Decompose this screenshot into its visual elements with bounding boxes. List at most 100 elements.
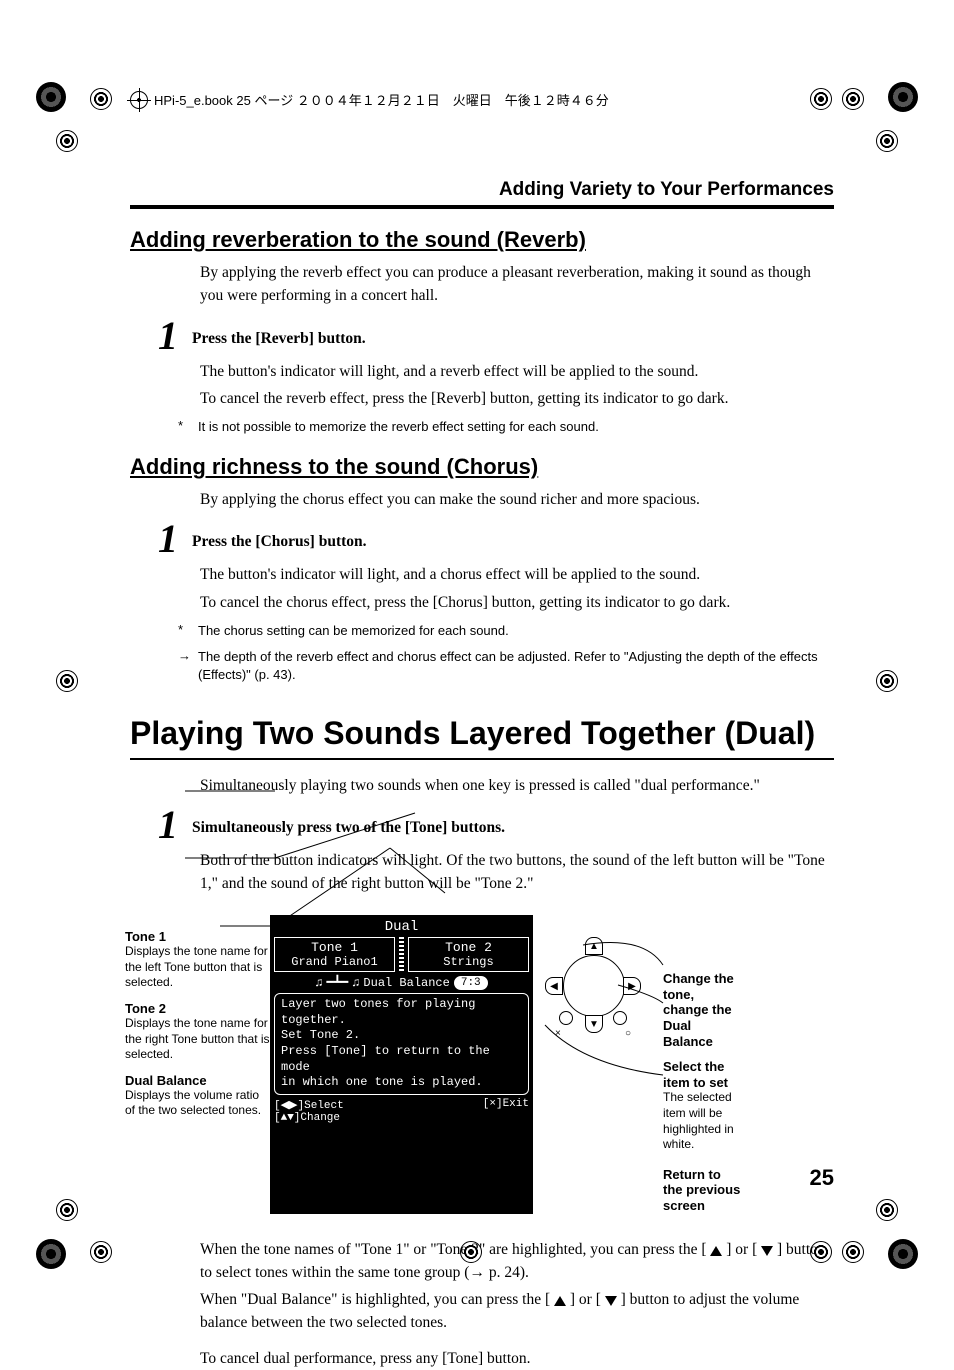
lcd-footer-change: [▲▼]Change (274, 1112, 344, 1124)
label-tone1-title: Tone 1 (125, 929, 270, 944)
lcd-msg-line: Set Tone 2. (281, 1028, 522, 1044)
step-title: Simultaneously press two of the [Tone] b… (192, 805, 505, 837)
dpad-x-button-icon (559, 1011, 573, 1025)
lcd-footer: [◀▶]Select [▲▼]Change [×]Exit (274, 1098, 529, 1124)
o-label: ○ (625, 1028, 631, 1039)
lcd-msg-line: Layer two tones for playing together. (281, 997, 522, 1028)
label-change-tone-title: Change the tone, change the Dual Balance (663, 971, 743, 1049)
note-marker: * (178, 622, 198, 640)
label-select-item-desc: The selected item will be highlighted in… (663, 1090, 743, 1152)
note-marker-arrow: → (178, 648, 198, 684)
dual-diagram: Tone 1 Displays the tone name for the le… (125, 915, 834, 1213)
slider-icon: ━┻━ (327, 975, 349, 990)
lcd-tone2-box: Tone 2 Strings (408, 937, 529, 972)
dpad-icon: ▲ ▼ ◀ ▶ × ○ (543, 935, 643, 1035)
reg-circle-icon (842, 88, 864, 110)
note-text: The chorus setting can be memorized for … (198, 622, 834, 640)
dpad-right-icon: ▶ (623, 977, 641, 995)
reg-mark-icon (888, 1239, 918, 1269)
reg-circle-icon (876, 130, 898, 152)
label-dualbalance-desc: Displays the volume ratio of the two sel… (125, 1088, 270, 1119)
reg-circle-icon (56, 1199, 78, 1221)
lcd-message-box: Layer two tones for playing together. Se… (274, 993, 529, 1095)
lcd-tone1-label: Tone 1 (275, 940, 394, 955)
step-body: Both of the button indicators will light… (200, 849, 834, 896)
reg-circle-icon (56, 130, 78, 152)
triangle-down-icon (761, 1246, 773, 1256)
lcd-footer-select: [◀▶]Select (274, 1098, 344, 1112)
step-number-icon: 1 (158, 519, 178, 559)
diagram-right-labels: ▲ ▼ ◀ ▶ × ○ Change the tone, change the … (533, 915, 743, 1213)
step-number-icon: 1 (158, 316, 178, 356)
lcd-balance-value: 7:3 (454, 976, 488, 990)
label-tone1-desc: Displays the tone name for the left Tone… (125, 944, 270, 991)
lcd-tone1-value: Grand Piano1 (275, 955, 394, 969)
triangle-down-icon (605, 1296, 617, 1306)
dual-after-paragraph: When "Dual Balance" is highlighted, you … (200, 1288, 834, 1335)
lcd-divider-icon (399, 937, 404, 972)
label-tone2-desc: Displays the tone name for the right Ton… (125, 1016, 270, 1063)
reg-circle-icon (842, 1241, 864, 1263)
reg-circle-icon (810, 88, 832, 110)
reg-circle-icon (876, 670, 898, 692)
divider (130, 205, 834, 209)
manual-page: HPi-5_e.book 25 ページ ２００４年１２月２１日 火曜日 午後１２… (0, 0, 954, 1351)
reverb-intro: By applying the reverb effect you can pr… (200, 261, 834, 308)
step-title: Press the [Reverb] button. (192, 316, 366, 348)
label-dualbalance-title: Dual Balance (125, 1073, 270, 1088)
triangle-up-icon (554, 1296, 566, 1306)
heading-reverb: Adding reverberation to the sound (Rever… (130, 227, 834, 253)
label-select-item-title: Select the item to set (663, 1059, 743, 1090)
step-title: Press the [Chorus] button. (192, 519, 367, 551)
book-header-line: HPi-5_e.book 25 ページ ２００４年１２月２１日 火曜日 午後１２… (130, 90, 834, 109)
lcd-title: Dual (274, 919, 529, 935)
lcd-balance-label: Dual Balance (363, 976, 449, 990)
note-text: The depth of the reverb effect and choru… (198, 648, 834, 684)
speaker-icon: ♫ (352, 976, 359, 990)
book-info: HPi-5_e.book 25 ページ ２００４年１２月２１日 火曜日 午後１２… (154, 90, 609, 109)
lcd-screen: Dual Tone 1 Grand Piano1 Tone 2 Strings … (270, 915, 533, 1213)
reg-circle-icon (90, 1241, 112, 1263)
triangle-up-icon (710, 1246, 722, 1256)
lcd-msg-line: Press [Tone] to return to the mode (281, 1044, 522, 1075)
lcd-balance-row: ♫ ━┻━ ♫ Dual Balance 7:3 (274, 975, 529, 990)
speaker-icon: ♫ (315, 976, 322, 990)
reg-circle-icon (876, 1199, 898, 1221)
reg-inline-icon (130, 91, 148, 109)
note-text: It is not possible to memorize the rever… (198, 418, 834, 436)
dual-cancel-paragraph: To cancel dual performance, press any [T… (200, 1347, 834, 1370)
x-label: × (555, 1028, 561, 1039)
step-body: To cancel the reverb effect, press the [… (200, 387, 834, 410)
lcd-msg-line: in which one tone is played. (281, 1075, 522, 1091)
reg-mark-icon (36, 82, 66, 112)
lcd-tone2-value: Strings (409, 955, 528, 969)
step-number-icon: 1 (158, 805, 178, 845)
lcd-tone1-box: Tone 1 Grand Piano1 (274, 937, 395, 972)
reg-circle-icon (460, 1241, 482, 1263)
label-return-title: Return to the previous screen (663, 1167, 743, 1214)
dual-intro: Simultaneously playing two sounds when o… (200, 774, 834, 797)
reg-mark-icon (36, 1239, 66, 1269)
dpad-o-button-icon (613, 1011, 627, 1025)
diagram-left-labels: Tone 1 Displays the tone name for the le… (125, 915, 270, 1213)
reg-mark-icon (888, 82, 918, 112)
lcd-footer-exit: [×]Exit (483, 1098, 529, 1124)
label-tone2-title: Tone 2 (125, 1001, 270, 1016)
page-number: 25 (810, 1165, 834, 1191)
lcd-tone2-label: Tone 2 (409, 940, 528, 955)
heading-dual: Playing Two Sounds Layered Together (Dua… (130, 715, 834, 752)
heading-chorus: Adding richness to the sound (Chorus) (130, 454, 834, 480)
reg-circle-icon (90, 88, 112, 110)
reg-circle-icon (810, 1241, 832, 1263)
dpad-left-icon: ◀ (545, 977, 563, 995)
divider (130, 758, 834, 760)
dpad-down-icon: ▼ (585, 1015, 603, 1033)
dual-after-paragraph: When the tone names of "Tone 1" or "Tone… (200, 1238, 834, 1285)
chorus-intro: By applying the chorus effect you can ma… (200, 488, 834, 511)
dpad-up-icon: ▲ (585, 937, 603, 955)
step-body: To cancel the chorus effect, press the [… (200, 591, 834, 614)
note-marker: * (178, 418, 198, 436)
step-body: The button's indicator will light, and a… (200, 360, 834, 383)
step-body: The button's indicator will light, and a… (200, 563, 834, 586)
page-section-title: Adding Variety to Your Performances (130, 179, 834, 201)
